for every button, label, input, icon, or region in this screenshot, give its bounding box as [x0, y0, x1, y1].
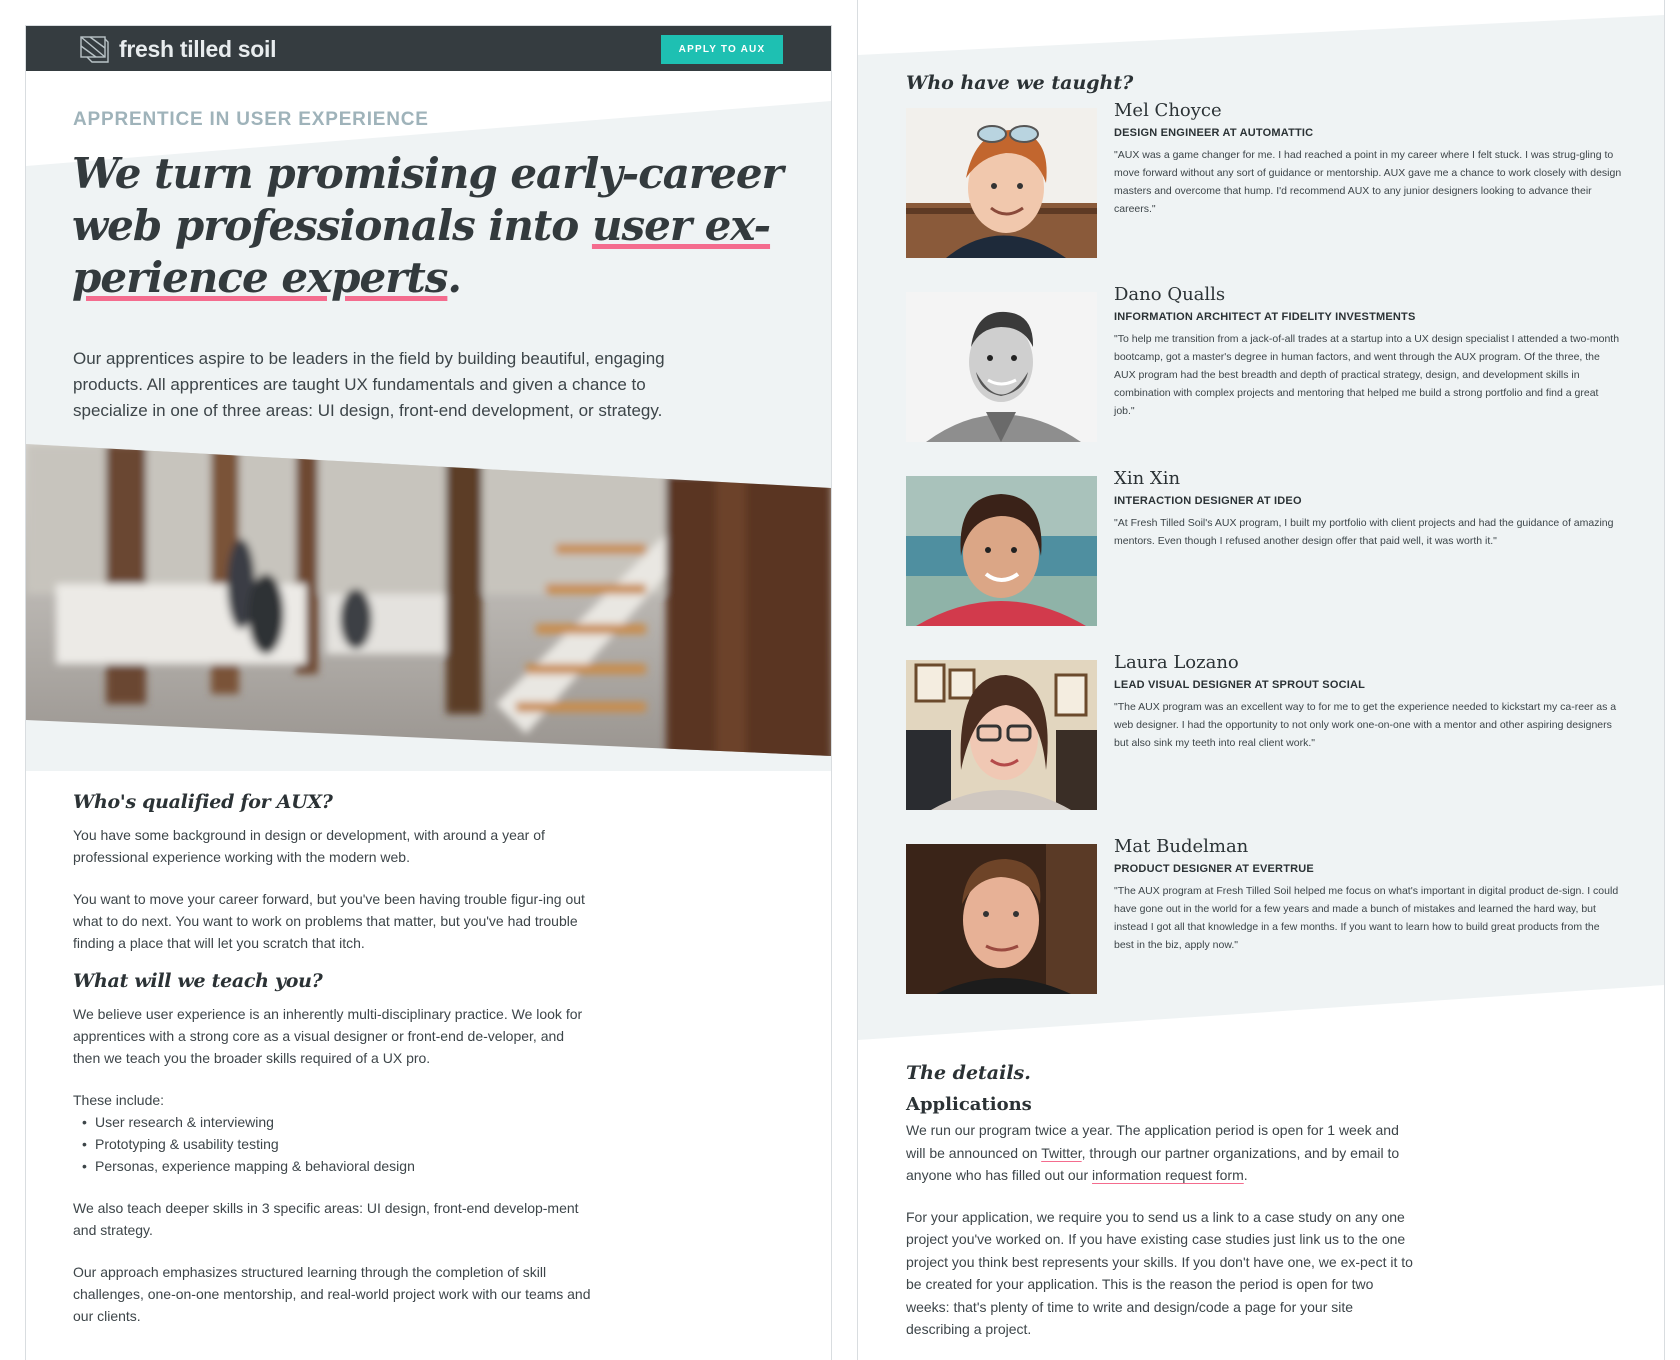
teach-heading: What will we teach you?: [73, 970, 323, 992]
testimonial-card: Mel Choyce DESIGN ENGINEER AT AUTOMATTIC…: [906, 100, 1626, 258]
top-nav-bar: fresh tilled soil APPLY TO AUX: [26, 26, 831, 71]
text: .: [1243, 1167, 1248, 1183]
avatar: [906, 660, 1097, 810]
includes-label: These include:: [73, 1092, 165, 1108]
testimonial-card: Laura Lozano LEAD VISUAL DESIGNER AT SPR…: [906, 652, 1626, 810]
page-eyebrow: APPRENTICE IN USER EXPERIENCE: [73, 109, 429, 130]
person-name: Mel Choyce: [1114, 100, 1222, 121]
qualified-paragraph-1: You have some background in design or de…: [73, 827, 545, 865]
headline-period: .: [447, 253, 462, 302]
person-role: INFORMATION ARCHITECT AT FIDELITY INVEST…: [1114, 311, 1416, 323]
person-name: Laura Lozano: [1114, 652, 1239, 673]
person-name: Mat Budelman: [1114, 836, 1249, 857]
brand-name: fresh tilled soil: [119, 35, 277, 62]
details-section: The details. Applications We run our pro…: [906, 1062, 1416, 1341]
twitter-link[interactable]: Twitter: [1041, 1145, 1081, 1161]
information-request-form-link[interactable]: information request form: [1092, 1167, 1244, 1183]
teach-paragraph-3: Our approach emphasizes structured learn…: [73, 1264, 591, 1324]
testimonial-info: Dano Qualls INFORMATION ARCHITECT AT FID…: [1114, 284, 1622, 420]
skills-list: User research & interviewing Prototyping…: [73, 1111, 593, 1177]
brand-logo[interactable]: fresh tilled soil: [78, 34, 277, 64]
testimonial-info: Laura Lozano LEAD VISUAL DESIGNER AT SPR…: [1114, 652, 1622, 752]
testimonials-heading: Who have we taught?: [906, 72, 1134, 94]
landing-page-left: fresh tilled soil APPLY TO AUX APPRENTIC…: [25, 25, 832, 1360]
avatar: [906, 292, 1097, 442]
person-quote: "The AUX program was an excellent way to…: [1114, 701, 1617, 749]
testimonial-card: Xin Xin INTERACTION DESIGNER AT IDEO "At…: [906, 468, 1626, 626]
qualified-paragraph-2: You want to move your career forward, bu…: [73, 891, 585, 951]
testimonial-info: Xin Xin INTERACTION DESIGNER AT IDEO "At…: [1114, 468, 1622, 550]
person-role: LEAD VISUAL DESIGNER AT SPROUT SOCIAL: [1114, 679, 1366, 691]
person-quote: "To help me transition from a jack-of-al…: [1114, 333, 1620, 417]
testimonial-card: Dano Qualls INFORMATION ARCHITECT AT FID…: [906, 284, 1626, 442]
testimonial-info: Mat Budelman PRODUCT DESIGNER AT EVERTRU…: [1114, 836, 1622, 954]
qualified-heading: Who's qualified for AUX?: [73, 791, 333, 813]
apply-button[interactable]: APPLY TO AUX: [661, 35, 783, 64]
list-item: Personas, experience mapping & behaviora…: [73, 1155, 593, 1177]
list-item: Prototyping & usability testing: [73, 1133, 593, 1155]
testimonial-card: Mat Budelman PRODUCT DESIGNER AT EVERTRU…: [906, 836, 1626, 994]
person-name: Dano Qualls: [1114, 284, 1226, 305]
details-heading: The details.: [906, 1062, 1031, 1084]
person-quote: "At Fresh Tilled Soil's AUX program, I b…: [1114, 517, 1614, 547]
left-content: Who's qualified for AUX? You have some b…: [73, 791, 593, 1327]
landing-page-right: Who have we taught? Mel Choyce DESIGN EN…: [857, 0, 1665, 1360]
person-quote: "The AUX program at Fresh Tilled Soil he…: [1114, 885, 1619, 951]
person-name: Xin Xin: [1114, 468, 1181, 489]
person-role: DESIGN ENGINEER AT AUTOMATTIC: [1114, 127, 1314, 139]
avatar: [906, 844, 1097, 994]
avatar: [906, 476, 1097, 626]
intro-paragraph: Our apprentices aspire to be leaders in …: [73, 349, 665, 420]
person-role: PRODUCT DESIGNER AT EVERTRUE: [1114, 863, 1314, 875]
teach-paragraph-2: We also teach deeper skills in 3 specifi…: [73, 1200, 579, 1238]
testimonial-info: Mel Choyce DESIGN ENGINEER AT AUTOMATTIC…: [1114, 100, 1622, 218]
teach-paragraph-1: We believe user experience is an inheren…: [73, 1006, 583, 1066]
person-quote: "AUX was a game changer for me. I had re…: [1114, 149, 1622, 215]
logo-icon: [80, 36, 109, 63]
office-photo: [26, 444, 831, 756]
applications-heading: Applications: [906, 1094, 1032, 1115]
person-role: INTERACTION DESIGNER AT IDEO: [1114, 495, 1302, 507]
avatar: [906, 108, 1097, 258]
applications-paragraph-2: For your application, we require you to …: [906, 1208, 1413, 1338]
page-title: We turn promising early-career web profe…: [72, 148, 792, 304]
list-item: User research & interviewing: [73, 1111, 593, 1133]
applications-paragraph-1: We run our program twice a year. The app…: [906, 1119, 1416, 1187]
